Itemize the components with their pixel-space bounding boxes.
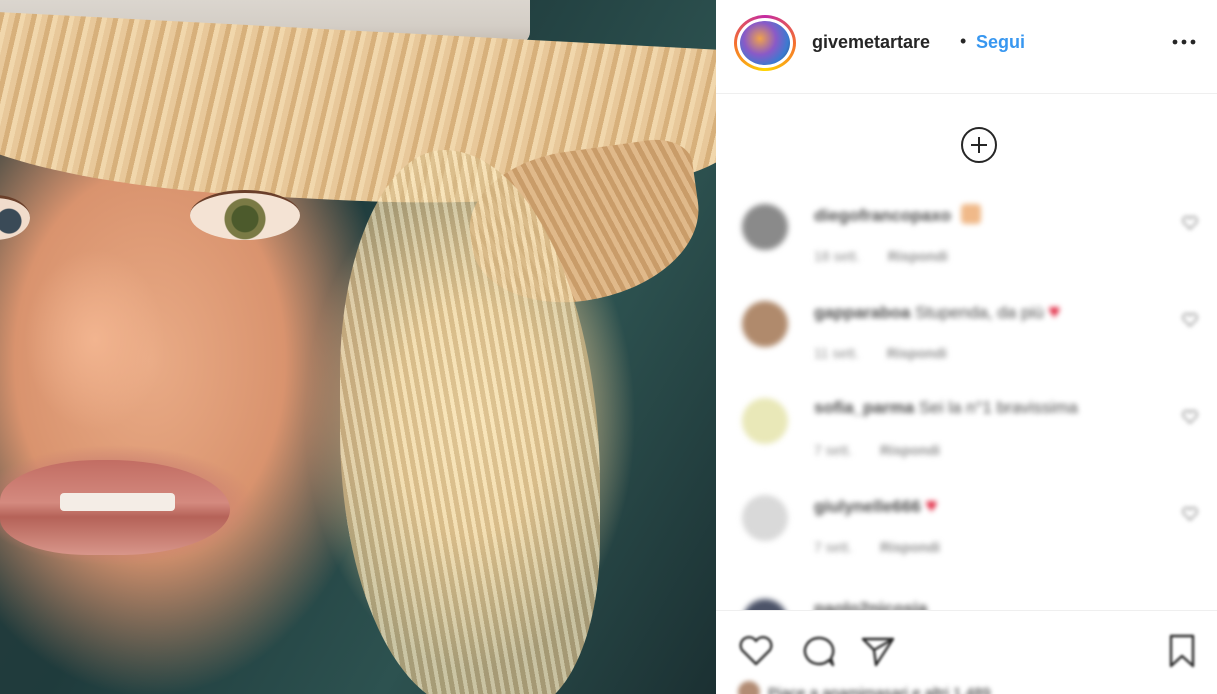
comment-avatar[interactable] bbox=[742, 599, 788, 610]
reply-button[interactable]: Rispondi bbox=[888, 248, 948, 264]
comment-meta: 7 sett. Rispondi bbox=[814, 539, 940, 555]
comment-author[interactable]: sofia_parma Sei la n°1 bravissima bbox=[814, 398, 1078, 418]
comment-author[interactable]: giulynelle666 ♥ bbox=[814, 495, 937, 518]
comment-time: 7 sett. bbox=[814, 539, 853, 555]
comment-heart-icon[interactable] bbox=[1182, 312, 1198, 330]
comment-heart-icon[interactable] bbox=[1182, 215, 1198, 233]
comment-text: Stupenda, da più bbox=[915, 303, 1044, 322]
heart-emoji-icon: ♥ bbox=[925, 495, 938, 517]
header-separator: • bbox=[960, 31, 967, 51]
comment-avatar[interactable] bbox=[742, 398, 788, 444]
comment-meta: 7 sett. Rispondi bbox=[814, 442, 940, 458]
liker-avatar bbox=[738, 681, 760, 694]
reply-button[interactable]: Rispondi bbox=[880, 539, 940, 555]
post-photo[interactable] bbox=[0, 0, 716, 694]
post-header: givemetartare • Segui bbox=[716, 0, 1217, 94]
comment-heart-icon[interactable] bbox=[1182, 506, 1198, 524]
heart-emoji-icon: ♥ bbox=[1048, 301, 1061, 323]
comment-text: Sei la n°1 bravissima bbox=[918, 398, 1078, 417]
comment-author-name: sofia_parma bbox=[814, 398, 915, 417]
comment-avatar[interactable] bbox=[742, 301, 788, 347]
comment-author[interactable]: diegofrancopaxo bbox=[814, 204, 981, 226]
follow-button[interactable]: Segui bbox=[976, 32, 1025, 53]
post-actions-bar: Piace a anamimasari e altri 1.489 bbox=[716, 610, 1217, 694]
comment-heart-icon[interactable] bbox=[1182, 409, 1198, 427]
likes-text: Piace a anamimasari e altri 1.489 bbox=[768, 685, 991, 694]
post-username[interactable]: givemetartare bbox=[812, 32, 930, 53]
left-eye bbox=[0, 195, 30, 240]
comment-bubble-icon[interactable] bbox=[798, 631, 838, 671]
comment-avatar[interactable] bbox=[742, 204, 788, 250]
comment-author[interactable]: paolo2nicosia bbox=[814, 599, 927, 610]
reply-button[interactable]: Rispondi bbox=[887, 345, 947, 361]
profile-avatar[interactable] bbox=[734, 15, 796, 71]
teeth bbox=[60, 493, 175, 511]
raised-hands-icon bbox=[960, 204, 981, 224]
avatar-image bbox=[737, 18, 793, 68]
plus-circle-icon[interactable] bbox=[961, 127, 997, 163]
bookmark-icon[interactable] bbox=[1162, 631, 1202, 671]
comment-time: 18 sett. bbox=[814, 248, 860, 264]
comment-avatar[interactable] bbox=[742, 495, 788, 541]
comment-author-name: paolo2nicosia bbox=[814, 599, 928, 610]
comment-time: 11 sett. bbox=[814, 345, 859, 361]
comment-time: 7 sett. bbox=[814, 442, 853, 458]
comment-item: giulynelle666 ♥ 7 sett. Rispondi bbox=[716, 481, 1217, 571]
reply-button[interactable]: Rispondi bbox=[880, 442, 940, 458]
comments-list: diegofrancopaxo 18 sett. Rispondi gappara… bbox=[716, 190, 1217, 610]
comment-item: paolo2nicosia bbox=[716, 585, 1217, 610]
comment-item: gapparaboa Stupenda, da più ♥ 11 sett. Ri… bbox=[716, 287, 1217, 377]
heart-outline-icon[interactable] bbox=[736, 631, 776, 671]
comment-item: sofia_parma Sei la n°1 bravissima 7 sett… bbox=[716, 384, 1217, 474]
comment-author-name: diegofrancopaxo bbox=[814, 206, 951, 225]
comment-author-name: gapparaboa bbox=[814, 303, 911, 322]
comment-author[interactable]: gapparaboa Stupenda, da più ♥ bbox=[814, 301, 1060, 324]
right-eye bbox=[190, 190, 300, 240]
post-side-panel: givemetartare • Segui diegofrancopaxo 18… bbox=[716, 0, 1217, 694]
comment-meta: 18 sett. Rispondi bbox=[814, 248, 948, 264]
comment-author-name: giulynelle666 bbox=[814, 497, 921, 516]
comment-item: diegofrancopaxo 18 sett. Rispondi bbox=[716, 190, 1217, 280]
more-options-icon[interactable] bbox=[1168, 26, 1200, 58]
likes-summary[interactable]: Piace a anamimasari e altri 1.489 bbox=[738, 681, 991, 694]
paper-plane-icon[interactable] bbox=[858, 631, 898, 671]
comment-meta: 11 sett. Rispondi bbox=[814, 345, 947, 361]
